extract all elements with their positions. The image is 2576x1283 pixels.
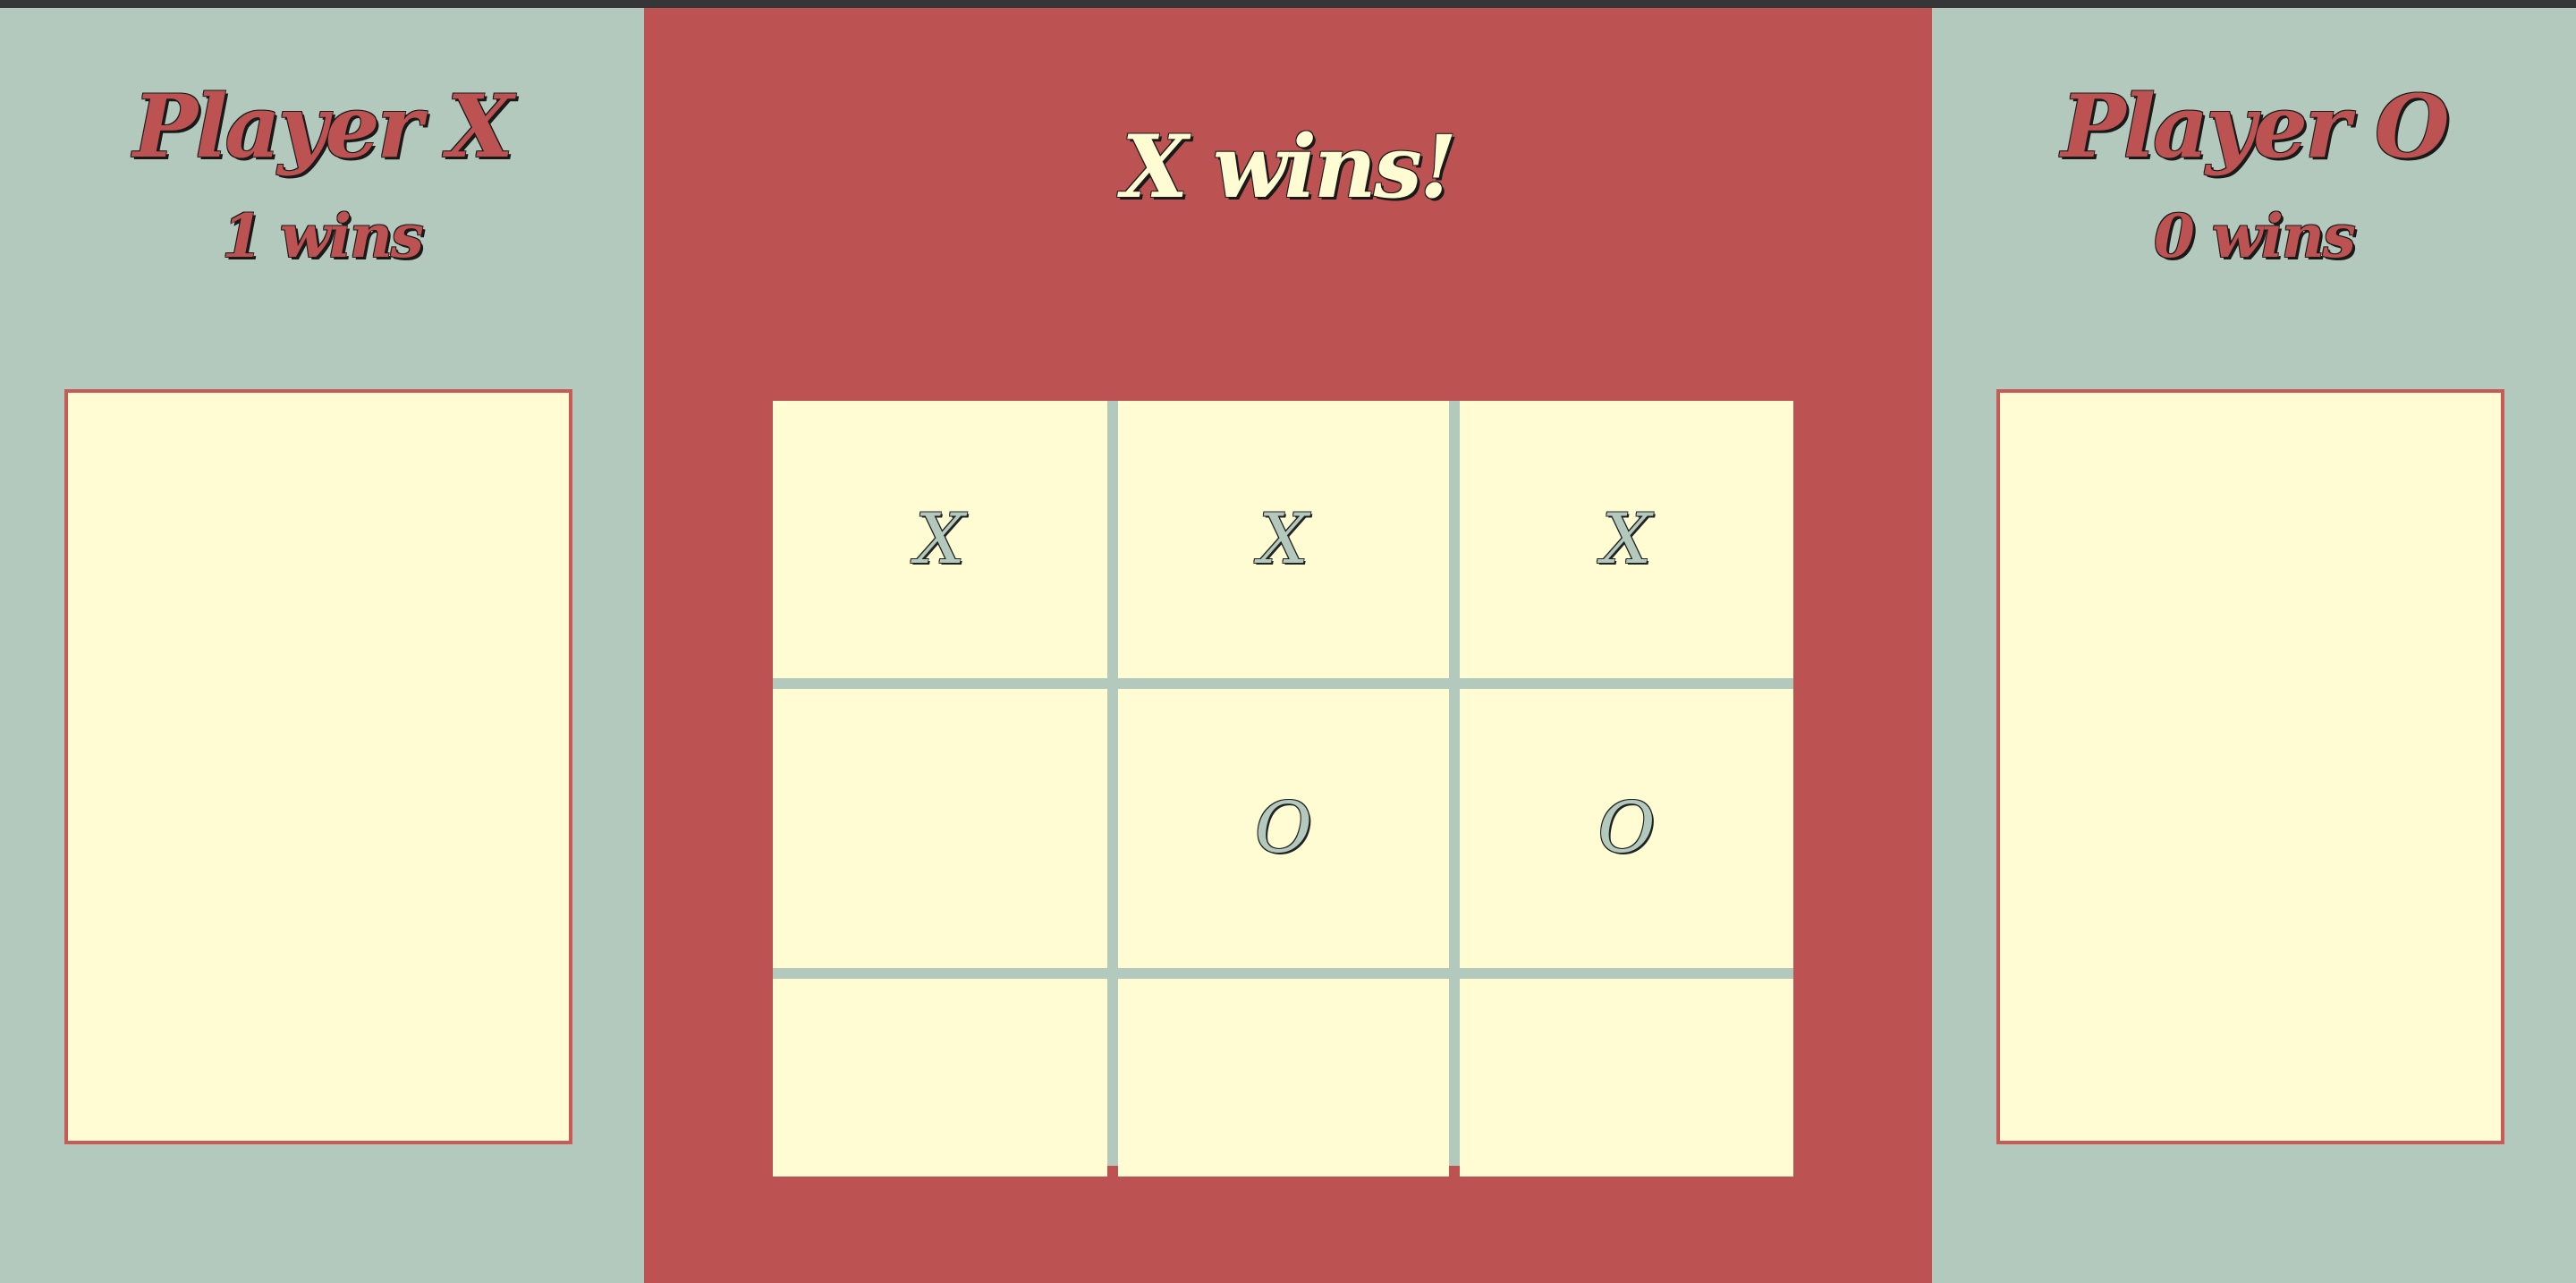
board-cell-1-2[interactable]: O [1460, 689, 1793, 968]
player-x-wins: 1 wins [222, 201, 424, 271]
player-x-panel: Player X 1 wins [0, 8, 644, 1283]
player-o-name: Player O [2061, 76, 2449, 177]
player-o-wins: 0 wins [2154, 201, 2356, 271]
board-cell-0-2[interactable]: X [1460, 401, 1793, 678]
player-x-name: Player X [132, 76, 513, 177]
game-status: X wins! [1122, 116, 1457, 217]
cell-mark: O [1597, 788, 1656, 869]
board-cell-1-0[interactable] [773, 689, 1107, 968]
cell-mark: O [1255, 788, 1312, 869]
window-top-bar [0, 0, 2576, 8]
board-cell-0-1[interactable]: X [1118, 401, 1449, 678]
board-cell-0-0[interactable]: X [773, 401, 1107, 678]
board-cell-2-0[interactable] [773, 979, 1107, 1177]
board-cell-1-1[interactable]: O [1118, 689, 1449, 968]
player-x-history-box [64, 389, 572, 1144]
player-o-history-box [1996, 389, 2504, 1144]
game-panel: X wins! X X X O O [644, 8, 1932, 1283]
board-cell-2-2[interactable] [1460, 979, 1793, 1177]
cell-mark: X [1601, 499, 1652, 580]
cell-mark: X [915, 499, 965, 580]
player-o-panel: Player O 0 wins [1932, 8, 2576, 1283]
cell-mark: X [1258, 499, 1309, 580]
game-board: X X X O O [773, 401, 1793, 1177]
board-cell-2-1[interactable] [1118, 979, 1449, 1177]
